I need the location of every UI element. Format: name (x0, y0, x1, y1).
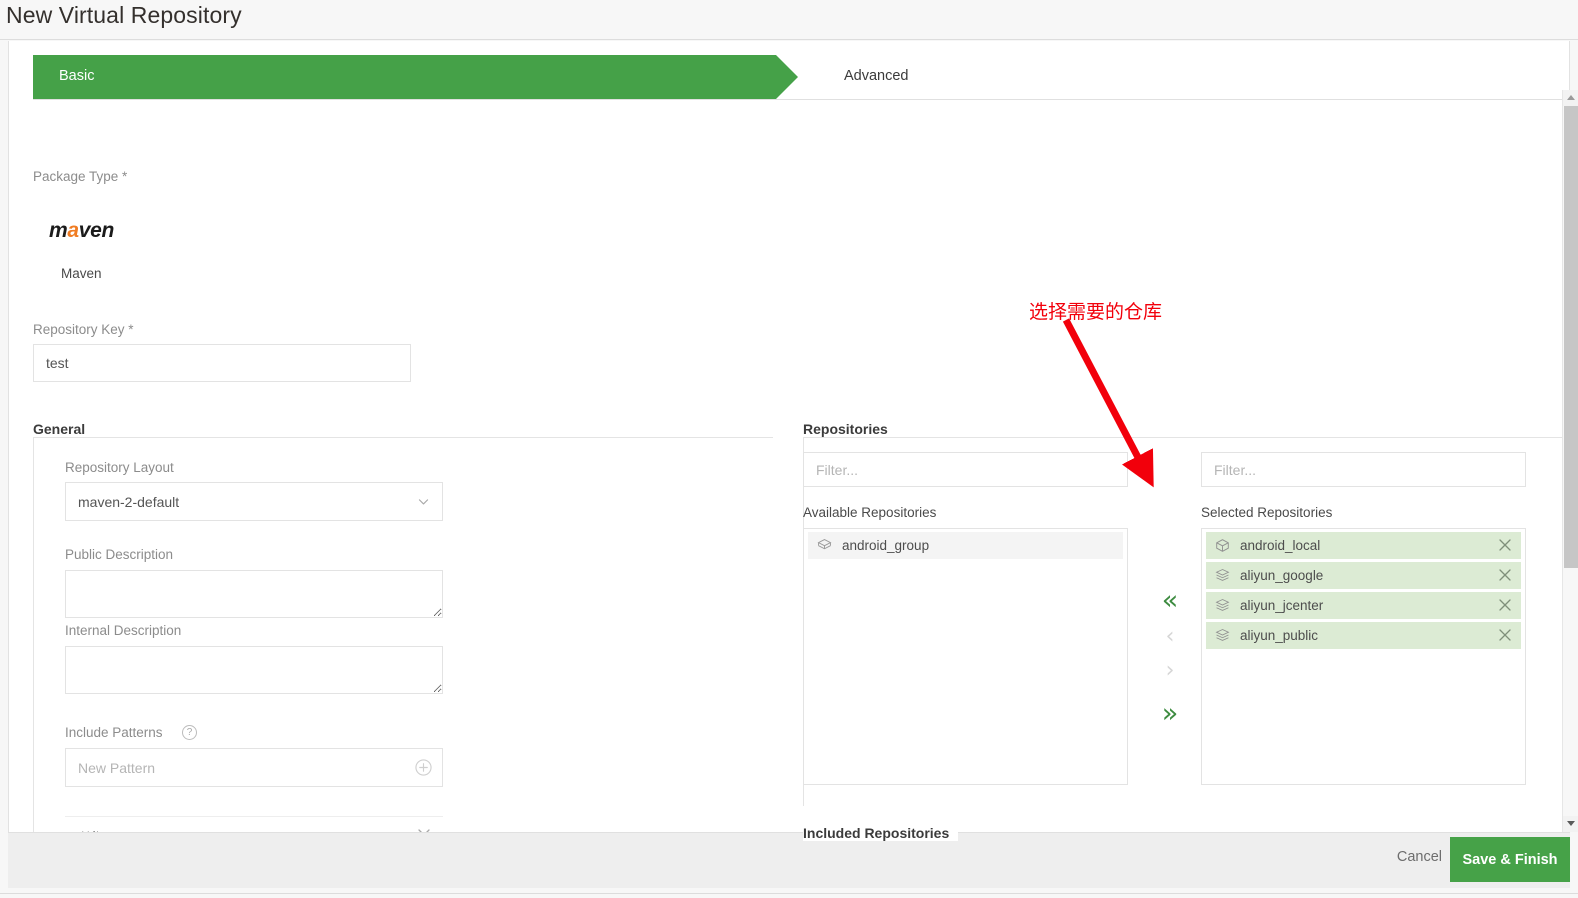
repository-layout-value: maven-2-default (78, 493, 180, 510)
chevron-down-icon (418, 499, 429, 505)
wizard-tabs: Basic Advanced (33, 55, 1563, 100)
maven-logo-pre: m (49, 219, 68, 242)
move-all-right-button[interactable]: » (1145, 700, 1195, 727)
footer-bottom-divider (0, 893, 1578, 894)
new-pattern-input[interactable] (65, 748, 443, 787)
selected-filter-input[interactable] (1201, 452, 1526, 487)
list-item[interactable]: android_group (808, 532, 1123, 559)
tab-basic[interactable]: Basic (33, 55, 798, 99)
remove-repository-icon[interactable] (1497, 597, 1513, 613)
public-description-label: Public Description (65, 547, 174, 562)
list-item[interactable]: aliyun_google (1206, 562, 1521, 589)
tab-basic-label: Basic (59, 68, 95, 84)
included-repositories-title: Included Repositories (803, 825, 959, 841)
list-item[interactable]: aliyun_public (1206, 622, 1521, 649)
package-type-label: Package Type * (33, 169, 128, 184)
selected-repositories-list[interactable]: android_local aliyun_google aliyun_jcent… (1201, 528, 1526, 785)
page-title: New Virtual Repository (6, 2, 242, 28)
help-icon[interactable]: ? (182, 725, 197, 740)
repository-key-label: Repository Key * (33, 322, 134, 337)
scroll-down-arrow-icon[interactable] (1563, 816, 1578, 832)
maven-logo: maven (49, 219, 114, 243)
list-item-label: aliyun_jcenter (1240, 598, 1324, 613)
remove-repository-icon[interactable] (1497, 627, 1513, 643)
title-divider (0, 39, 1578, 40)
repo-local-icon (1216, 539, 1229, 552)
list-item-label: aliyun_google (1240, 568, 1324, 583)
public-description-input[interactable] (65, 570, 443, 618)
repo-group-icon (817, 539, 832, 550)
remove-repository-icon[interactable] (1497, 567, 1513, 583)
annotation-arrow-icon (1062, 318, 1154, 488)
repository-layout-select[interactable]: maven-2-default (65, 482, 443, 521)
move-right-button[interactable]: › (1145, 660, 1195, 682)
remove-repository-icon[interactable] (1497, 537, 1513, 553)
list-item[interactable]: aliyun_jcenter (1206, 592, 1521, 619)
move-all-left-button[interactable]: « (1145, 587, 1195, 614)
general-section-title: General (33, 421, 95, 437)
add-pattern-icon[interactable] (415, 759, 432, 776)
available-repositories-label: Available Repositories (803, 505, 937, 520)
new-virtual-repository-dialog: New Virtual Repository Basic Advanced Pa… (0, 0, 1578, 898)
include-patterns-label: Include Patterns (65, 725, 163, 740)
tab-advanced[interactable]: Advanced (819, 55, 1563, 99)
repo-remote-icon (1215, 569, 1230, 581)
scroll-up-arrow-icon[interactable] (1563, 90, 1578, 106)
maven-logo-accent: a (67, 219, 79, 242)
maven-logo-post: ven (78, 219, 115, 242)
list-item-label: aliyun_public (1240, 628, 1319, 643)
dialog-body: Basic Advanced Package Type * maven Mave… (8, 41, 1570, 867)
list-item-label: android_group (842, 538, 930, 553)
list-item-label: android_local (1240, 538, 1321, 553)
repositories-section-title: Repositories (803, 421, 897, 437)
repo-remote-icon (1215, 629, 1230, 641)
save-and-finish-button[interactable]: Save & Finish (1450, 837, 1570, 882)
scrollbar-thumb[interactable] (1564, 106, 1578, 568)
move-left-button[interactable]: ‹ (1145, 626, 1195, 648)
repo-remote-icon (1215, 599, 1230, 611)
internal-description-label: Internal Description (65, 623, 182, 638)
internal-description-input[interactable] (65, 646, 443, 694)
vertical-scrollbar[interactable] (1562, 90, 1578, 832)
tab-advanced-label: Advanced (844, 68, 909, 84)
available-repositories-list[interactable]: android_group (803, 528, 1128, 785)
dialog-footer: Cancel Save & Finish (8, 832, 1570, 888)
cancel-button[interactable]: Cancel (1397, 849, 1442, 865)
repository-key-input[interactable] (33, 344, 411, 382)
package-type-maven-name[interactable]: Maven (61, 266, 102, 281)
repository-layout-label: Repository Layout (65, 460, 174, 475)
list-item[interactable]: android_local (1206, 532, 1521, 559)
selected-repositories-label: Selected Repositories (1201, 505, 1333, 520)
